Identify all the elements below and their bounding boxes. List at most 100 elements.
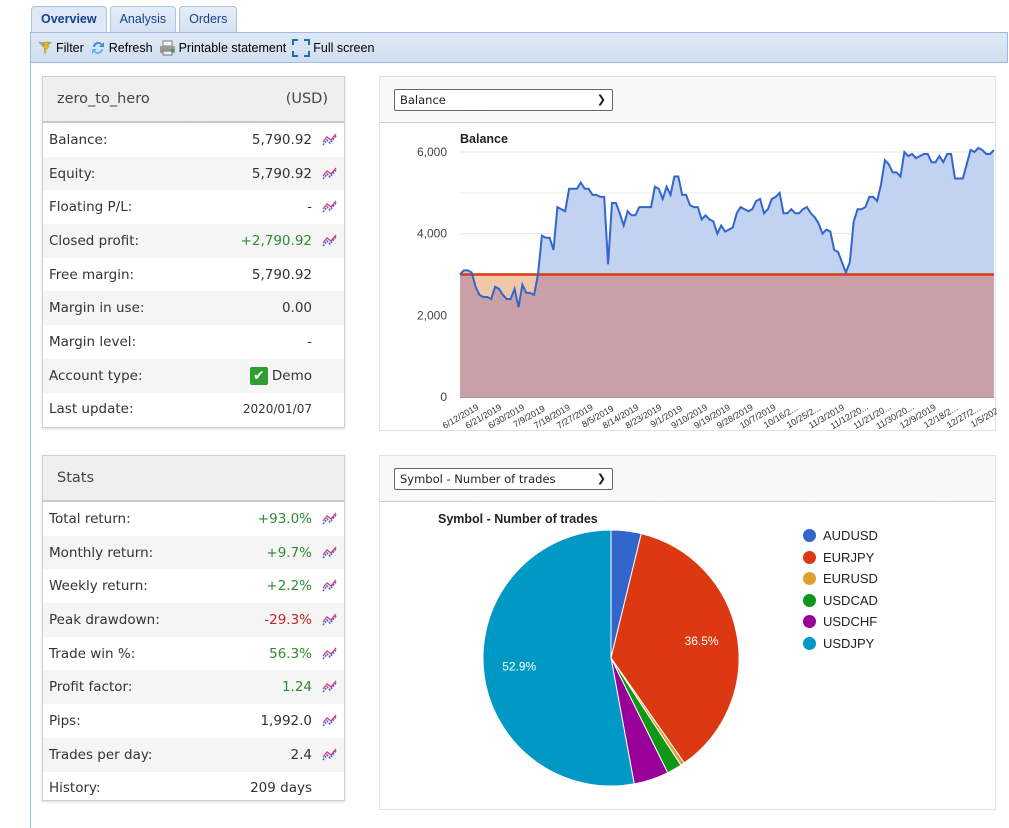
pie-legend: AUDUSD EURJPY EURUSD USDCAD USDCHF USDJPY [803,525,878,654]
stat-row: Last update: 2020/01/07 [43,393,344,427]
legend-item[interactable]: EURUSD [803,568,878,590]
chart-line-icon[interactable] [316,714,344,728]
stat-label: Total return: [49,510,131,527]
balance-chart-header: Balance ❯ [380,77,995,123]
legend-swatch [803,636,816,650]
stat-row: Margin in use: 0.00 [43,291,344,326]
stat-value: - [307,199,312,216]
chart-type-select[interactable]: Balance ❯ [394,89,613,111]
chart-line-icon[interactable] [316,512,344,526]
pie-type-select[interactable]: Symbol - Number of trades ❯ [394,468,613,490]
account-header: zero_to_hero (USD) [43,77,344,123]
stat-value: 2020/01/07 [242,402,312,417]
chart-line-icon[interactable] [316,234,344,248]
account-rows: Balance: 5,790.92 Equity: 5,790.92 Floating … [43,123,344,426]
stat-row: Weekly return: +2.2% [43,569,344,603]
stat-row: Pips: 1,992.0 [43,704,344,738]
stat-value: +2.2% [266,578,312,595]
filter-icon [38,40,52,55]
chart-line-icon[interactable] [316,546,344,560]
account-currency: (USD) [285,91,328,107]
stat-value: - [307,333,312,350]
legend-label: EURJPY [823,549,875,565]
account-type-value: Demo [271,367,312,384]
baseline-area [460,274,994,397]
pie-data-label: 52.9% [502,659,536,673]
legend-item[interactable]: EURJPY [803,547,878,569]
legend-item[interactable]: USDCHF [803,611,878,633]
tab-analysis[interactable]: Analysis [109,6,177,32]
full-screen-button[interactable]: Full screen [292,38,375,57]
stat-row: Closed profit: +2,790.92 [43,224,344,258]
stat-label: Account type: [49,367,143,384]
stat-label: Pips: [49,712,81,729]
account-name: zero_to_hero [57,91,150,107]
stat-value: +2,790.92 [240,232,312,249]
stats-title: Stats [57,470,95,486]
stat-label: Margin in use: [49,300,145,317]
stat-label: Closed profit: [49,232,140,249]
stat-value: +93.0% [257,510,312,527]
refresh-icon [91,41,104,54]
stats-rows: Total return: +93.0% Monthly return: +9.7% W… [43,502,344,805]
filter-button[interactable]: Filter [37,40,84,56]
stat-value: 1,992.0 [260,712,312,729]
legend-label: USDCHF [823,614,878,630]
stat-row: History: 209 days [43,772,344,806]
legend-item[interactable]: USDJPY [803,633,878,655]
stat-label: Weekly return: [49,578,148,595]
chart-line-icon[interactable] [316,647,344,661]
chart-line-icon[interactable] [316,613,344,627]
y-tick-label: 2,000 [417,308,447,322]
stat-label: Equity: [49,165,96,182]
legend-swatch [803,550,816,564]
pie-type-value: Symbol - Number of trades [400,472,556,486]
tab-orders[interactable]: Orders [179,6,238,32]
chart-line-icon[interactable] [316,680,344,694]
filter-label: Filter [56,40,84,55]
legend-swatch [803,615,816,629]
stat-value: 2.4 [290,746,312,763]
pie-chart-panel: Symbol - Number of trades ❯ Symbol - Num… [379,455,996,810]
legend-label: USDCAD [823,592,878,608]
pie-chart-header: Symbol - Number of trades ❯ [380,456,995,502]
stats-panel: Stats Total return: +93.0% Monthly return:… [42,455,345,801]
legend-swatch [803,593,816,607]
chart-line-icon[interactable] [316,167,344,181]
chevron-down-icon: ❯ [596,93,606,106]
stat-label: Last update: [49,401,134,418]
refresh-button[interactable]: Refresh [90,40,153,56]
stat-row: Monthly return: +9.7% [43,535,344,570]
chevron-down-icon: ❯ [596,472,606,485]
balance-chart-panel: Balance ❯ Balance 0 2,000 4,000 6,000 6/12/20… [379,76,997,431]
tab-overview[interactable]: Overview [31,6,107,33]
y-tick-label: 0 [440,390,447,404]
legend-item[interactable]: USDCAD [803,590,878,612]
stat-label: Floating P/L: [49,199,133,216]
stat-row: Margin level: - [43,325,344,359]
stat-row: Account type: ✔ Demo [43,358,344,393]
printable-label: Printable statement [178,40,287,55]
stat-value: 209 days [250,780,312,797]
stat-value: ✔ Demo [186,366,316,385]
chart-line-icon[interactable] [316,748,344,762]
legend-label: EURUSD [823,571,878,587]
chart-type-value: Balance [400,93,446,107]
printable-statement-button[interactable]: Printable statement [159,40,287,56]
chart-line-icon[interactable] [316,200,344,214]
stat-row: Trade win %: 56.3% [43,637,344,671]
balance-chart: Balance02,0004,0006,0006/12/20196/21/201… [417,132,997,431]
chart-title: Balance [460,132,508,146]
pie-data-label: 36.5% [685,634,719,648]
fullscreen-label: Full screen [313,40,375,55]
stat-label: Profit factor: [49,679,133,696]
toolbar: Filter Refresh Printable statement Full … [30,32,1008,63]
stats-header: Stats [43,456,344,502]
chart-line-icon[interactable] [316,133,344,147]
chart-line-icon[interactable] [316,579,344,593]
stat-value: +9.7% [266,544,312,561]
account-panel: zero_to_hero (USD) Balance: 5,790.92 Equit… [42,76,345,428]
legend-label: USDJPY [823,635,875,651]
legend-item[interactable]: AUDUSD [803,525,878,547]
stat-value: 1.24 [281,679,312,696]
